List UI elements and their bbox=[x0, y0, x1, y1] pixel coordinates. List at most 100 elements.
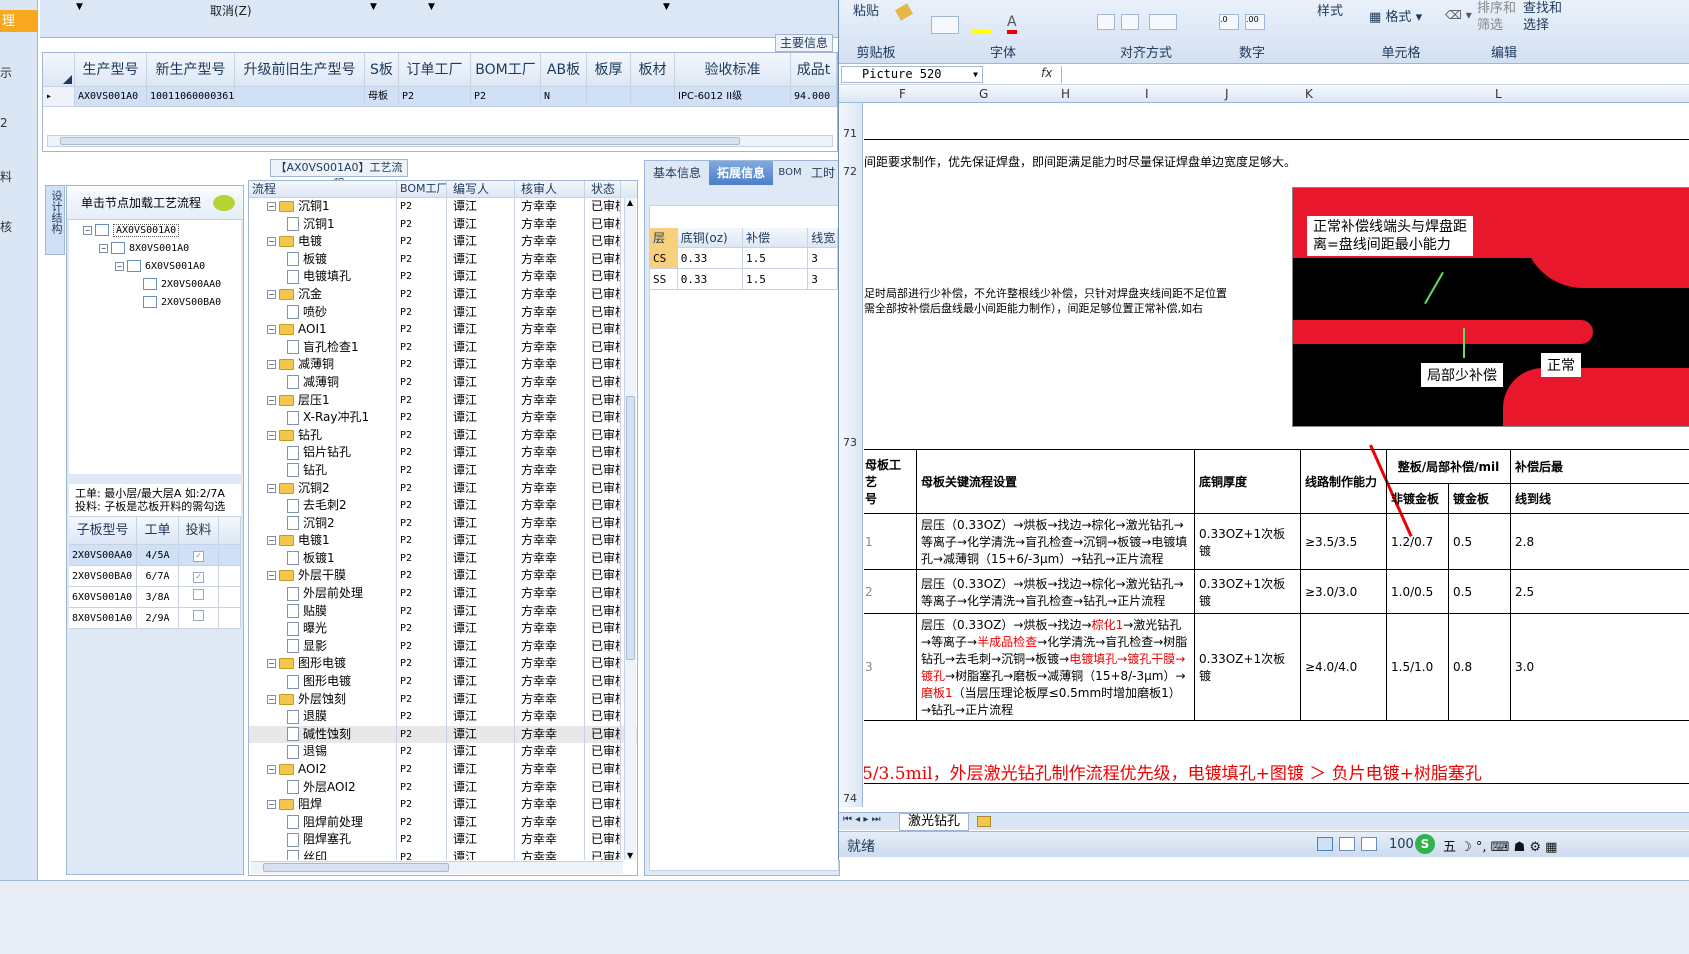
col-header[interactable]: 层 bbox=[650, 228, 678, 248]
dropdown-arrow-icon[interactable]: ▼ bbox=[76, 2, 83, 12]
dropdown-arrow-icon[interactable]: ▼ bbox=[428, 2, 435, 12]
flow-row[interactable]: 阻焊前处理 P2谭江方幸幸已审核 bbox=[249, 813, 637, 832]
dropdown-arrow-icon[interactable]: ▼ bbox=[370, 2, 377, 12]
col-header[interactable]: 生产型号 bbox=[75, 53, 147, 87]
collapse-icon[interactable]: − bbox=[267, 536, 276, 546]
col-header[interactable]: 板厚 bbox=[587, 53, 631, 87]
col-header[interactable]: 状态 bbox=[585, 181, 621, 198]
tab-hours[interactable]: 工时 bbox=[807, 161, 839, 185]
page-layout-icon[interactable] bbox=[1339, 837, 1355, 851]
flow-row[interactable]: − 层压1 P2谭江方幸幸已审核 bbox=[249, 391, 637, 410]
flow-row[interactable]: 去毛刺2 P2谭江方幸幸已审核 bbox=[249, 497, 637, 515]
indent-button[interactable] bbox=[1097, 14, 1115, 30]
format-painter-icon[interactable] bbox=[894, 3, 914, 21]
flow-row[interactable]: 外层前处理 P2谭江方幸幸已审核 bbox=[249, 585, 637, 603]
tree-node[interactable]: −6X0VS001A0 bbox=[69, 256, 241, 274]
horizontal-scrollbar[interactable] bbox=[47, 135, 833, 147]
tab-bom[interactable]: BOM bbox=[773, 161, 807, 185]
vertical-scrollbar[interactable]: ▲ ▼ bbox=[624, 198, 636, 860]
flow-row[interactable]: 钻孔 P2谭江方幸幸已审核 bbox=[249, 461, 637, 480]
col-header[interactable]: 工单 bbox=[137, 517, 179, 545]
feed-checkbox[interactable]: ✓ bbox=[179, 566, 219, 587]
col-header[interactable]: BOM工厂 bbox=[471, 53, 541, 87]
feed-checkbox[interactable] bbox=[179, 587, 219, 608]
sheet-nav-arrows[interactable]: ⏮ ◂ ▸ ⏭ bbox=[843, 814, 881, 825]
flow-row[interactable]: 铝片钻孔 P2谭江方幸幸已审核 bbox=[249, 444, 637, 462]
col-header[interactable]: 流程 bbox=[249, 181, 397, 198]
flow-row[interactable]: 贴膜 P2谭江方幸幸已审核 bbox=[249, 602, 637, 621]
col-header[interactable]: BOM工厂 bbox=[397, 181, 447, 198]
horizontal-scrollbar[interactable] bbox=[251, 861, 623, 874]
flow-row[interactable]: − 外层蚀刻 P2谭江方幸幸已审核 bbox=[249, 690, 637, 709]
left-nav-item-3[interactable]: 料 bbox=[0, 168, 12, 185]
collapse-icon[interactable]: − bbox=[267, 659, 276, 669]
col-header[interactable]: 验收标准 bbox=[675, 53, 791, 87]
ime-icon[interactable]: S bbox=[1415, 834, 1435, 854]
collapse-icon[interactable]: − bbox=[267, 360, 276, 370]
tree-node[interactable]: −8X0VS001A0 bbox=[69, 238, 241, 256]
cancel-button[interactable]: 取消(Z) bbox=[210, 2, 252, 19]
left-nav-item-0[interactable]: 理 bbox=[0, 10, 38, 32]
decimal-increase-button[interactable]: .0 bbox=[1219, 14, 1239, 30]
col-header[interactable]: S板 bbox=[365, 53, 399, 87]
border-button[interactable] bbox=[931, 16, 959, 34]
page-break-icon[interactable] bbox=[1361, 837, 1377, 851]
flow-row[interactable]: − 阻焊 P2谭江方幸幸已审核 bbox=[249, 796, 637, 814]
paste-button[interactable]: 粘贴 bbox=[853, 0, 879, 19]
flow-row[interactable]: − 电镀 P2谭江方幸幸已审核 bbox=[249, 233, 637, 251]
col-header[interactable]: 订单工厂 bbox=[399, 53, 471, 87]
col-header[interactable]: G bbox=[979, 86, 988, 102]
col-header[interactable]: AB板 bbox=[541, 53, 587, 87]
row-header[interactable]: 74 bbox=[843, 792, 857, 805]
font-color-icon[interactable]: A bbox=[1007, 14, 1017, 34]
flow-row[interactable]: − 图形电镀 P2谭江方幸幸已审核 bbox=[249, 655, 637, 674]
col-header[interactable]: 升级前旧生产型号 bbox=[235, 53, 365, 87]
name-box[interactable]: Picture 520 ▼ bbox=[841, 66, 983, 83]
flow-row[interactable]: − 钻孔 P2谭江方幸幸已审核 bbox=[249, 426, 637, 445]
tree-node[interactable]: 2X0VS00BA0 bbox=[69, 292, 241, 310]
col-header[interactable]: H bbox=[1061, 86, 1070, 102]
col-header[interactable]: L bbox=[1495, 86, 1502, 102]
flow-row[interactable]: − 减薄铜 P2谭江方幸幸已审核 bbox=[249, 356, 637, 374]
flow-row[interactable]: 碱性蚀刻 P2谭江方幸幸已审核 bbox=[249, 725, 637, 744]
collapse-icon[interactable]: − bbox=[267, 289, 276, 299]
col-header[interactable]: K bbox=[1305, 86, 1313, 102]
col-header[interactable]: 成品t bbox=[791, 53, 837, 87]
col-header[interactable]: F bbox=[899, 86, 906, 102]
flow-row[interactable]: − AOI1 P2谭江方幸幸已审核 bbox=[249, 321, 637, 339]
embedded-picture[interactable]: 正常补偿线端头与焊盘距 离=盘线间距最小能力 局部少补偿 正常 bbox=[1292, 187, 1689, 427]
flow-row[interactable]: 显影 P2谭江方幸幸已审核 bbox=[249, 637, 637, 656]
flow-row[interactable]: − 电镀1 P2谭江方幸幸已审核 bbox=[249, 532, 637, 550]
col-header[interactable]: 新生产型号 bbox=[147, 53, 235, 87]
left-nav-item-2[interactable]: 2 bbox=[0, 116, 8, 130]
format-button[interactable]: ▦ 格式 ▾ bbox=[1369, 6, 1422, 25]
row-header[interactable]: 71 bbox=[843, 127, 857, 140]
collapse-icon[interactable]: − bbox=[267, 395, 276, 405]
new-sheet-icon[interactable] bbox=[977, 816, 991, 827]
flow-row[interactable]: 丝印 P2谭江方幸幸已审核 bbox=[249, 848, 637, 860]
feed-checkbox[interactable]: ✓ bbox=[179, 545, 219, 566]
table-row[interactable]: ▸ AX0VS001A0 10011060000361 母板 P2 P2 N I… bbox=[43, 87, 837, 107]
outdent-button[interactable] bbox=[1121, 14, 1139, 30]
col-header[interactable]: 板材 bbox=[631, 53, 675, 87]
formula-input[interactable] bbox=[1061, 66, 1689, 83]
tab-basic-info[interactable]: 基本信息 bbox=[645, 161, 709, 185]
ime-toolbar[interactable]: 五 ☽ °, ⌨ ☗ ⚙ ▦ bbox=[1443, 836, 1557, 855]
flow-row[interactable]: 退膜 P2谭江方幸幸已审核 bbox=[249, 708, 637, 726]
table-row[interactable]: 8X0VS001A0 2/9A bbox=[69, 608, 241, 629]
flow-row[interactable]: 曝光 P2谭江方幸幸已审核 bbox=[249, 620, 637, 638]
col-header[interactable]: I bbox=[1145, 86, 1149, 102]
feed-checkbox[interactable] bbox=[179, 608, 219, 629]
flow-row[interactable]: − 沉金 P2谭江方幸幸已审核 bbox=[249, 285, 637, 304]
flow-row[interactable]: 退锡 P2谭江方幸幸已审核 bbox=[249, 743, 637, 761]
collapse-icon[interactable]: − bbox=[267, 237, 276, 247]
sort-filter-button[interactable]: 排序和 筛选 bbox=[1477, 0, 1516, 34]
col-header[interactable]: 编写人 bbox=[447, 181, 515, 198]
flow-row[interactable]: 沉铜1 P2谭江方幸幸已审核 bbox=[249, 215, 637, 234]
main-info-tab[interactable]: 主要信息 bbox=[775, 34, 833, 52]
col-header[interactable]: 投料 bbox=[179, 517, 219, 545]
col-header[interactable]: 线宽 bbox=[808, 228, 838, 248]
tab-extended-info[interactable]: 拓展信息 bbox=[709, 161, 773, 185]
find-select-button[interactable]: 查找和 选择 bbox=[1523, 0, 1562, 34]
flow-row[interactable]: 外层AOI2 P2谭江方幸幸已审核 bbox=[249, 778, 637, 797]
